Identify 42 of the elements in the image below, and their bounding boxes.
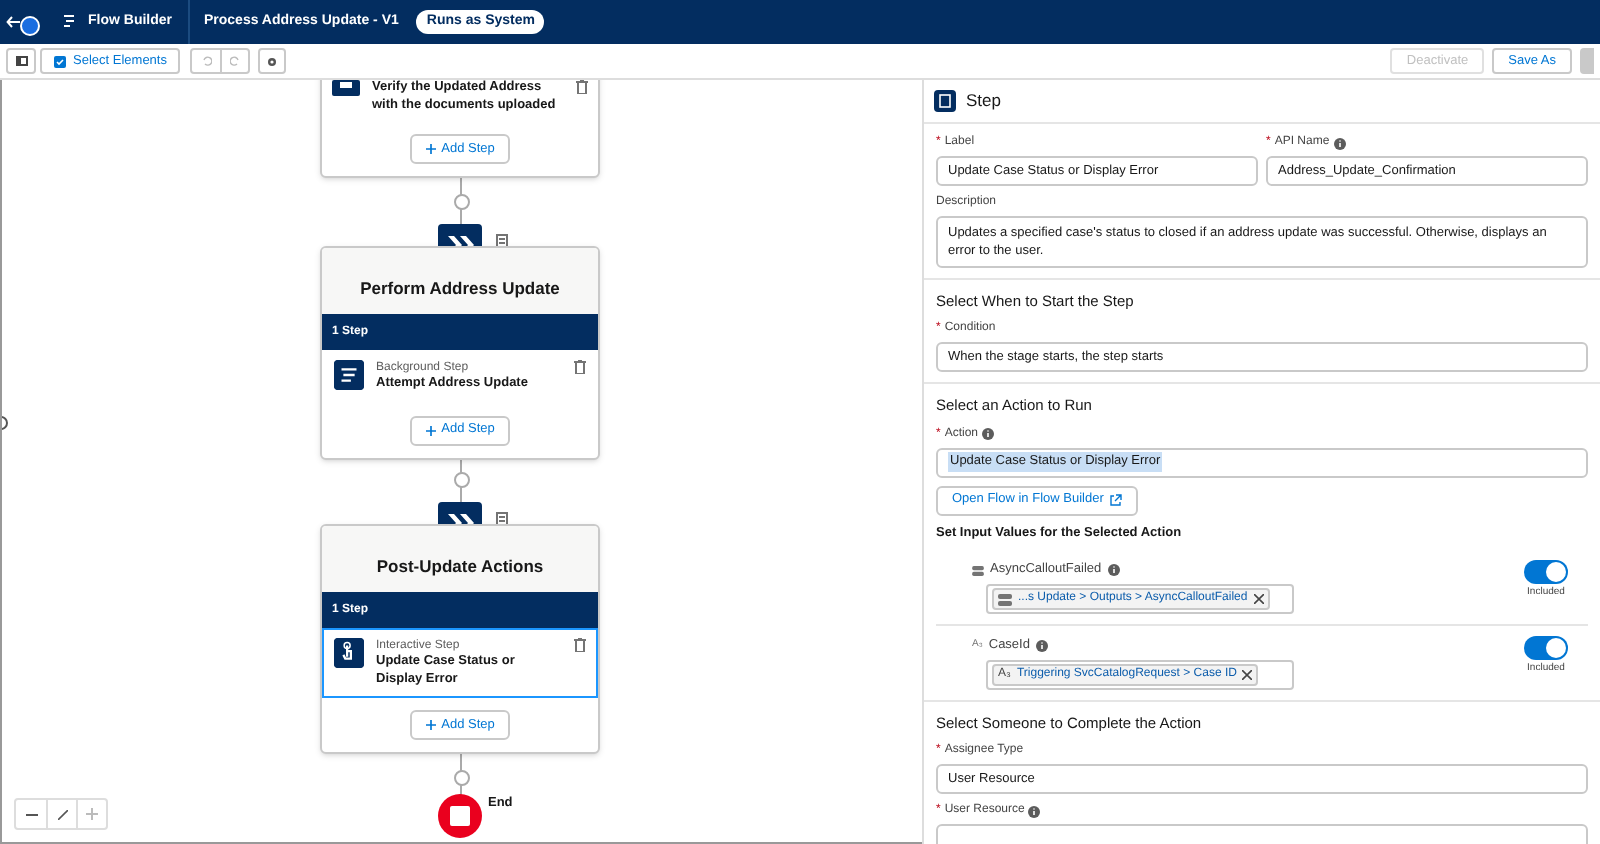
info-icon[interactable] bbox=[1035, 639, 1048, 652]
hand-pointer-icon bbox=[334, 638, 364, 668]
info-icon[interactable] bbox=[1107, 564, 1120, 577]
connector-node[interactable] bbox=[453, 472, 469, 488]
remove-icon[interactable] bbox=[1253, 594, 1264, 604]
info-icon[interactable] bbox=[1028, 805, 1041, 817]
back-arrow-icon[interactable] bbox=[6, 16, 20, 28]
toggle-type-icon bbox=[972, 565, 984, 576]
clipboard-icon bbox=[934, 90, 956, 112]
toggle-icon bbox=[998, 593, 1012, 605]
select-icon bbox=[53, 55, 66, 67]
remove-icon[interactable] bbox=[1242, 669, 1253, 680]
stage-title: Post-Update Actions bbox=[376, 554, 544, 580]
connector-node[interactable] bbox=[453, 193, 469, 209]
stacked-lines-icon bbox=[334, 360, 364, 390]
plus-icon bbox=[425, 144, 436, 154]
panel-toggle-button[interactable] bbox=[6, 48, 36, 74]
stage-title: Perform Address Update bbox=[360, 276, 560, 302]
minus-icon bbox=[25, 813, 37, 815]
expand-icon bbox=[57, 809, 67, 819]
redo-icon bbox=[230, 56, 240, 66]
external-link-icon bbox=[1109, 494, 1122, 506]
included-toggle[interactable] bbox=[1524, 636, 1568, 660]
trash-icon[interactable] bbox=[574, 360, 586, 374]
info-icon[interactable] bbox=[1333, 137, 1346, 149]
plus-icon bbox=[425, 425, 436, 435]
trash-icon[interactable] bbox=[574, 638, 586, 652]
sidebar-icon bbox=[15, 56, 27, 66]
undo-icon bbox=[201, 56, 211, 66]
panel-title: Step bbox=[966, 88, 1001, 114]
settings-button[interactable] bbox=[258, 48, 286, 74]
settings-icon bbox=[266, 55, 278, 67]
end-node bbox=[438, 794, 482, 838]
connector-node[interactable] bbox=[453, 769, 469, 785]
note-icon[interactable] bbox=[496, 512, 508, 526]
flow-icon bbox=[62, 14, 76, 30]
included-toggle[interactable] bbox=[1524, 560, 1568, 585]
info-icon[interactable] bbox=[982, 428, 995, 440]
note-icon[interactable] bbox=[496, 234, 508, 248]
plus-icon bbox=[425, 720, 436, 730]
trash-icon[interactable] bbox=[576, 80, 588, 94]
plus-icon bbox=[86, 808, 98, 820]
